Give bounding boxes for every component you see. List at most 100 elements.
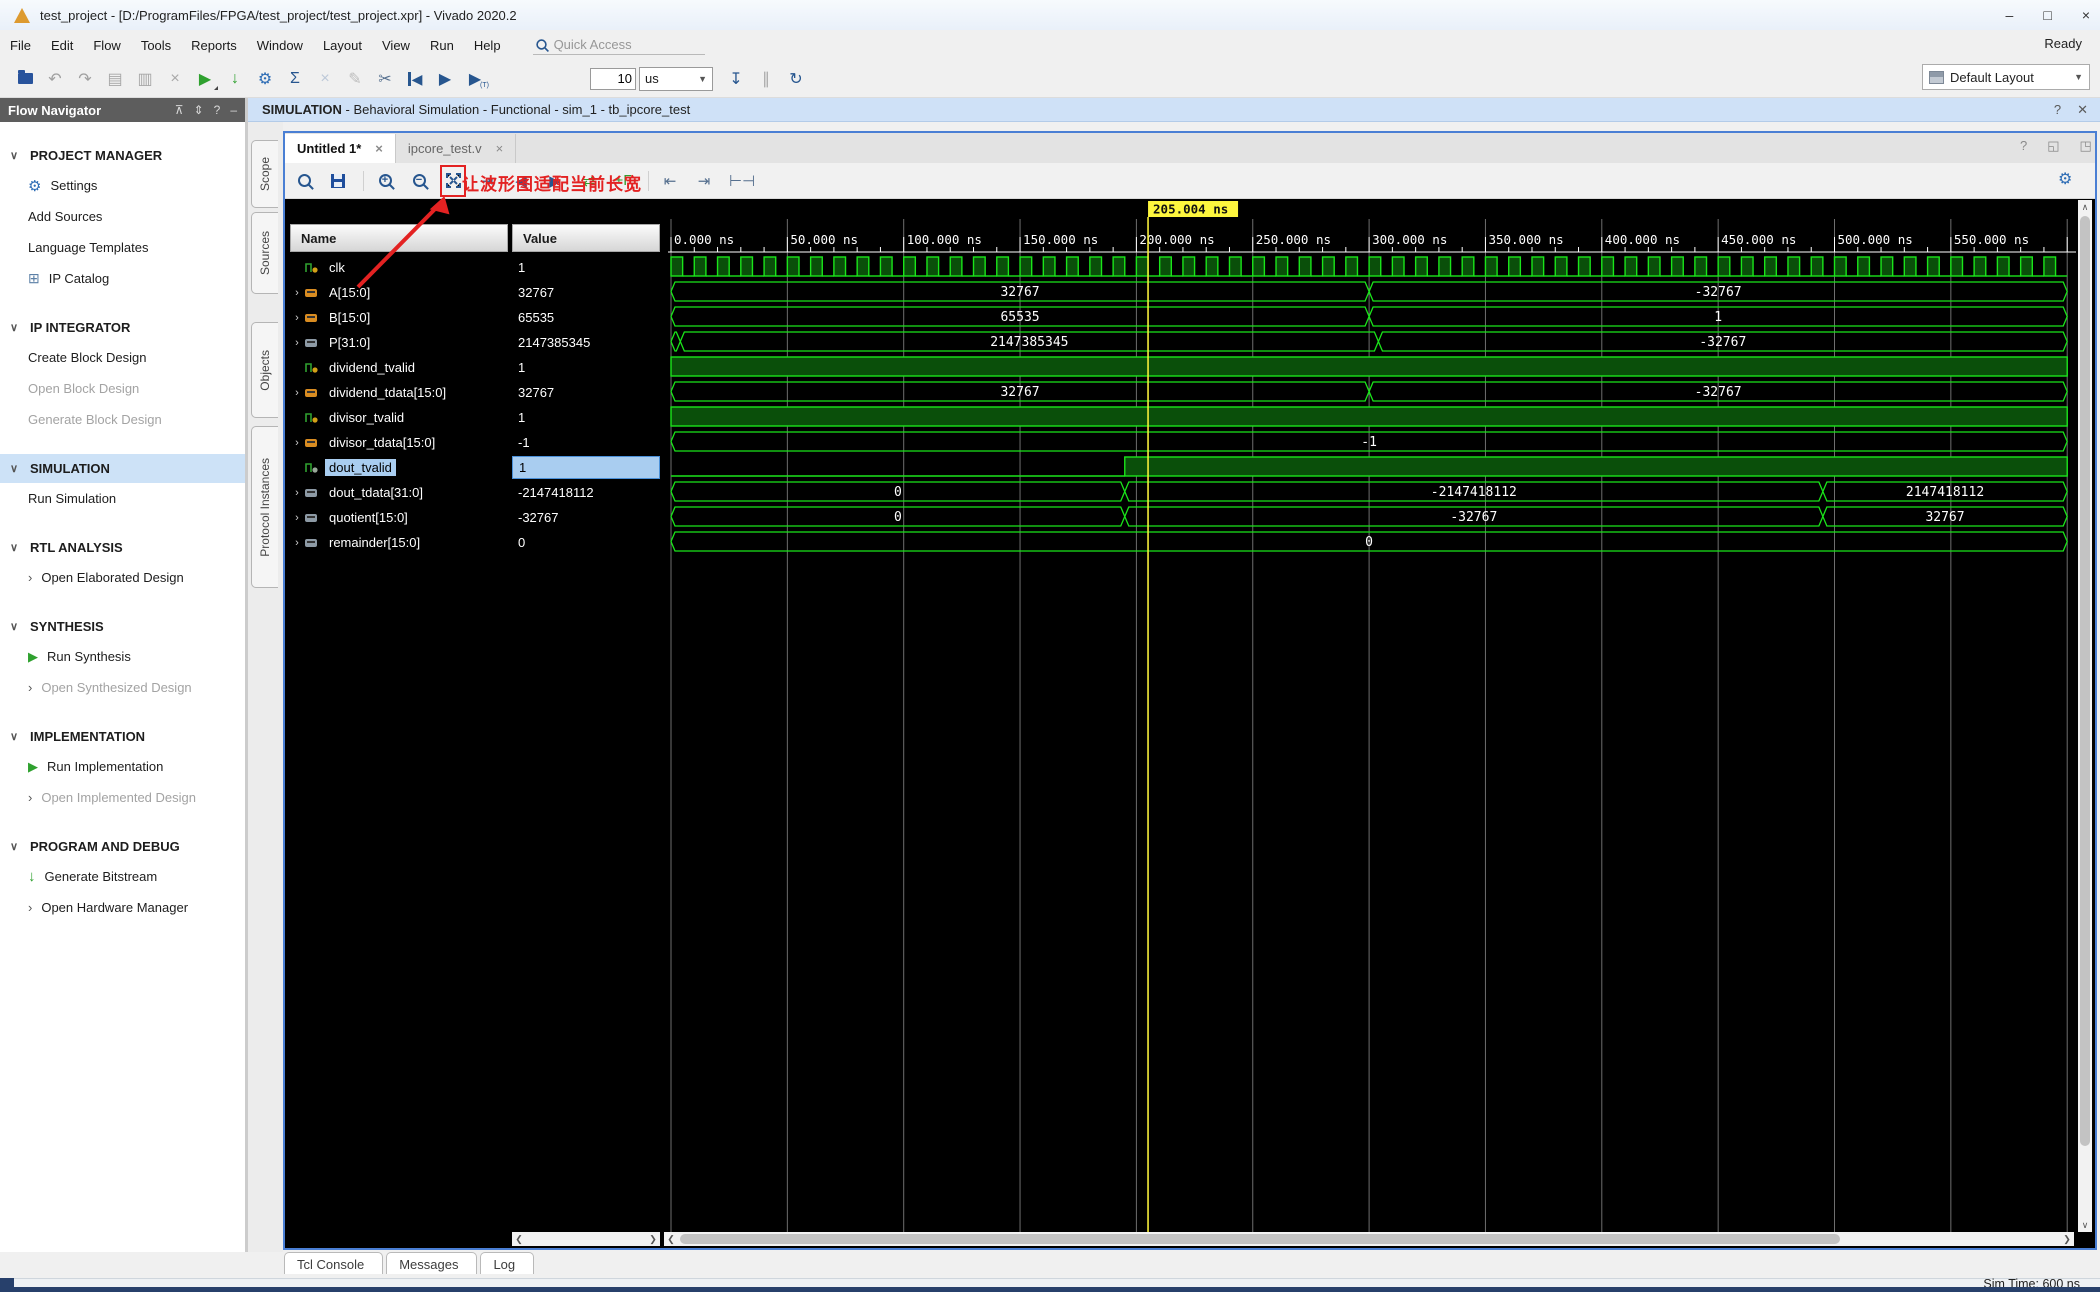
- close-button[interactable]: ×: [2082, 7, 2090, 23]
- flow-section-header-ip-integrator[interactable]: ∨ IP INTEGRATOR: [0, 313, 245, 342]
- name-value-hscrollbar[interactable]: ❮ ❯: [512, 1232, 660, 1246]
- signal-value-row[interactable]: -32767: [512, 505, 660, 530]
- close-icon[interactable]: ×: [375, 141, 383, 156]
- span-markers-icon[interactable]: ⊢⊣: [729, 169, 755, 193]
- signal-value-row[interactable]: 32767: [512, 280, 660, 305]
- previous-marker-icon[interactable]: ⇤: [661, 169, 679, 193]
- cancel-icon[interactable]: ×: [314, 68, 336, 90]
- add-marker-icon[interactable]: +Γ: [614, 169, 632, 193]
- scroll-up-icon[interactable]: ∧: [2078, 200, 2092, 214]
- expand-chevron-icon[interactable]: ›: [290, 312, 304, 324]
- zoom-fit-icon[interactable]: [440, 164, 466, 197]
- hscrollbar-thumb[interactable]: [680, 1234, 1840, 1244]
- flow-item-open-elaborated-design[interactable]: › Open Elaborated Design: [0, 562, 245, 593]
- vscrollbar-thumb[interactable]: [2080, 216, 2090, 1146]
- flow-item-ip-catalog[interactable]: ⊞ IP Catalog: [0, 263, 245, 294]
- menu-item-flow[interactable]: Flow: [83, 34, 130, 57]
- scroll-right-icon[interactable]: ❯: [646, 1232, 660, 1246]
- signal-row-quotient_15_0_[interactable]: › quotient[15:0]: [290, 505, 508, 530]
- next-marker-icon[interactable]: ⇥: [695, 169, 713, 193]
- signal-value-row[interactable]: 65535: [512, 305, 660, 330]
- signal-row-P_31_0_[interactable]: › P[31:0]: [290, 330, 508, 355]
- expand-chevron-icon[interactable]: ›: [290, 437, 304, 449]
- edit-icon[interactable]: ✎: [344, 68, 366, 90]
- side-tab-scope[interactable]: Scope: [251, 140, 278, 208]
- signal-row-dividend_tdata_15_0_[interactable]: › dividend_tdata[15:0]: [290, 380, 508, 405]
- waveform-vscrollbar[interactable]: ∧ ∨: [2078, 200, 2092, 1232]
- waveform-hscrollbar[interactable]: ❮ ❯: [664, 1232, 2074, 1246]
- expand-chevron-icon[interactable]: ›: [290, 337, 304, 349]
- console-tab-log[interactable]: Log: [480, 1252, 535, 1274]
- flow-item-run-synthesis[interactable]: ▶ Run Synthesis: [0, 641, 245, 672]
- signal-row-clk[interactable]: clk: [290, 255, 508, 280]
- window-icon[interactable]: ◳: [2080, 138, 2092, 154]
- sigma-icon[interactable]: Σ: [284, 68, 306, 90]
- side-tab-objects[interactable]: Objects: [251, 322, 278, 418]
- signal-row-divisor_tvalid[interactable]: divisor_tvalid: [290, 405, 508, 430]
- run-all-icon[interactable]: ▶: [434, 68, 456, 90]
- signal-value-row[interactable]: 1: [512, 355, 660, 380]
- zoom-out-icon[interactable]: −: [410, 169, 428, 193]
- goto-time-icon[interactable]: ⇥: [478, 169, 496, 193]
- signal-value-row[interactable]: 32767: [512, 380, 660, 405]
- signal-row-dividend_tvalid[interactable]: dividend_tvalid: [290, 355, 508, 380]
- menu-item-run[interactable]: Run: [420, 34, 464, 57]
- flow-navigator-header-icon[interactable]: ?: [214, 103, 221, 117]
- layout-selector[interactable]: Default Layout ▼: [1922, 64, 2090, 90]
- flow-item-add-sources[interactable]: Add Sources: [0, 201, 245, 232]
- menu-item-window[interactable]: Window: [247, 34, 313, 57]
- flow-item-create-block-design[interactable]: Create Block Design: [0, 342, 245, 373]
- console-tab-messages[interactable]: Messages: [386, 1252, 478, 1274]
- value-column-header[interactable]: Value: [512, 224, 660, 252]
- flow-section-header-project-manager[interactable]: ∨ PROJECT MANAGER: [0, 141, 245, 170]
- close-panel-icon[interactable]: ✕: [2077, 102, 2088, 118]
- minimize-button[interactable]: –: [2006, 7, 2014, 23]
- side-tab-protocol-instances[interactable]: Protocol Instances: [251, 426, 278, 588]
- flow-item-run-simulation[interactable]: Run Simulation: [0, 483, 245, 514]
- menu-item-view[interactable]: View: [372, 34, 420, 57]
- run-icon[interactable]: ▶: [194, 68, 218, 90]
- swap-icon[interactable]: ⇄: [580, 169, 598, 193]
- undo-icon[interactable]: ↶: [44, 68, 66, 90]
- signal-value-row[interactable]: 1: [512, 405, 660, 430]
- expand-chevron-icon[interactable]: ›: [290, 512, 304, 524]
- flow-item-open-hardware-manager[interactable]: › Open Hardware Manager: [0, 892, 245, 923]
- save-waveform-icon[interactable]: [329, 169, 347, 193]
- flow-section-header-synthesis[interactable]: ∨ SYNTHESIS: [0, 612, 245, 641]
- expand-chevron-icon[interactable]: ›: [290, 387, 304, 399]
- flow-section-header-simulation[interactable]: ∨ SIMULATION: [0, 454, 245, 483]
- expand-chevron-icon[interactable]: ›: [290, 537, 304, 549]
- tab-untitled-1-[interactable]: Untitled 1* ×: [285, 134, 396, 163]
- cut-icon[interactable]: ✂: [374, 68, 396, 90]
- maximize-button[interactable]: □: [2043, 7, 2051, 23]
- menu-item-tools[interactable]: Tools: [131, 34, 181, 57]
- signal-value-row[interactable]: 1: [512, 255, 660, 280]
- paste-icon[interactable]: ▥: [134, 68, 156, 90]
- flow-item-run-implementation[interactable]: ▶ Run Implementation: [0, 751, 245, 782]
- redo-icon[interactable]: ↷: [74, 68, 96, 90]
- zoom-in-icon[interactable]: +: [376, 169, 394, 193]
- signal-value-row[interactable]: -2147418112: [512, 480, 660, 505]
- window-icon[interactable]: ◱: [2047, 138, 2059, 154]
- menu-item-layout[interactable]: Layout: [313, 34, 372, 57]
- flow-item-settings[interactable]: ⚙ Settings: [0, 170, 245, 201]
- signal-row-dout_tdata_31_0_[interactable]: › dout_tdata[31:0]: [290, 480, 508, 505]
- scroll-right-icon[interactable]: ❯: [2060, 1232, 2074, 1246]
- flow-navigator-header-icon[interactable]: ⇕: [194, 103, 204, 117]
- restart-icon[interactable]: ◀: [404, 68, 426, 90]
- flow-navigator-header-icon[interactable]: ⊼: [175, 103, 184, 117]
- flow-item-open-block-design[interactable]: Open Block Design: [0, 373, 245, 404]
- flow-item-generate-block-design[interactable]: Generate Block Design: [0, 404, 245, 435]
- flow-navigator-header-icon[interactable]: –: [230, 103, 237, 117]
- console-tab-tcl-console[interactable]: Tcl Console: [284, 1252, 384, 1274]
- next-transition-icon[interactable]: ▶: [546, 169, 564, 193]
- expand-chevron-icon[interactable]: ›: [290, 287, 304, 299]
- scroll-left-icon[interactable]: ❮: [512, 1232, 526, 1246]
- side-tab-sources[interactable]: Sources: [251, 212, 278, 294]
- time-unit-select[interactable]: us ▼: [639, 66, 713, 91]
- generate-bitstream-icon[interactable]: ↓: [224, 68, 246, 90]
- find-icon[interactable]: [295, 169, 313, 193]
- flow-item-open-implemented-design[interactable]: › Open Implemented Design: [0, 782, 245, 813]
- open-file-icon[interactable]: [14, 68, 36, 90]
- help-icon[interactable]: ?: [2054, 102, 2061, 118]
